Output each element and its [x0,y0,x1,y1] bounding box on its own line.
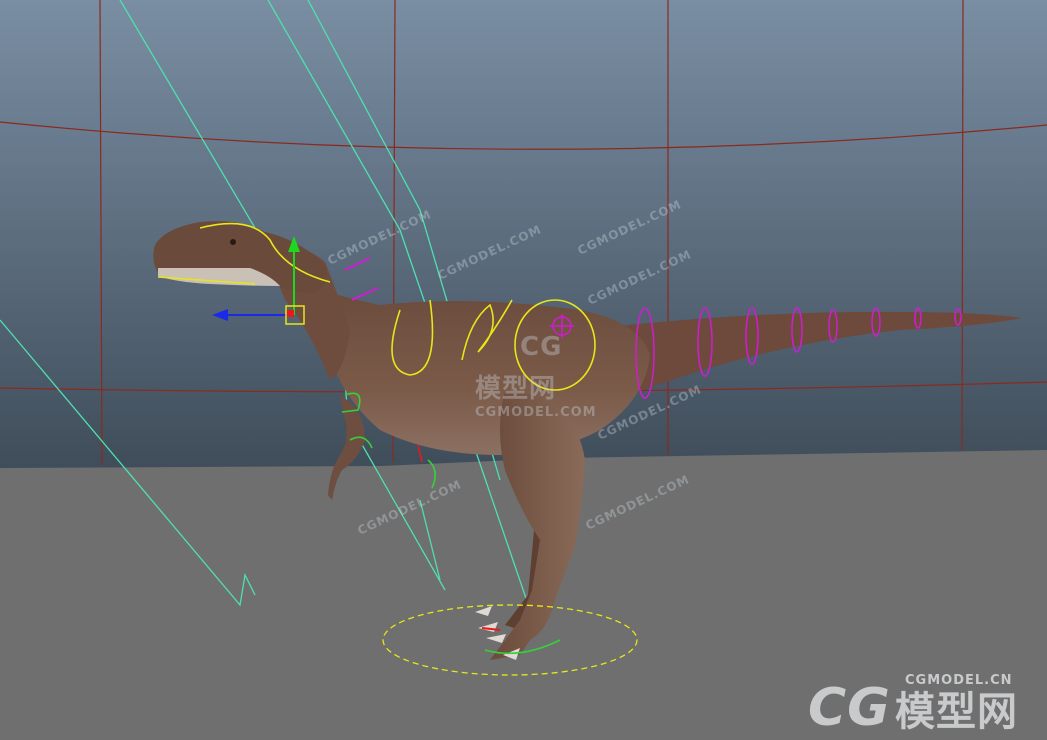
watermark-center-sub: CGMODEL.COM [475,405,597,420]
corner-watermark: CG 模型网 CGMODEL.CN [808,673,1018,738]
corner-watermark-domain: CGMODEL.CN [905,673,1013,688]
maya-viewport[interactable]: CGMODEL.COM CGMODEL.COM CGMODEL.COM CGMO… [0,0,1047,740]
corner-watermark-logo: CG [808,678,891,738]
manipulator-center-dot[interactable] [287,310,294,317]
raptor-eye [230,239,236,245]
scene-canvas[interactable]: CGMODEL.COM CGMODEL.COM CGMODEL.COM CGMO… [0,0,1047,740]
watermark-center-cn: 模型网 [475,374,556,404]
watermark-center-logo: CG [520,332,562,362]
corner-watermark-cn: 模型网 [895,689,1018,735]
